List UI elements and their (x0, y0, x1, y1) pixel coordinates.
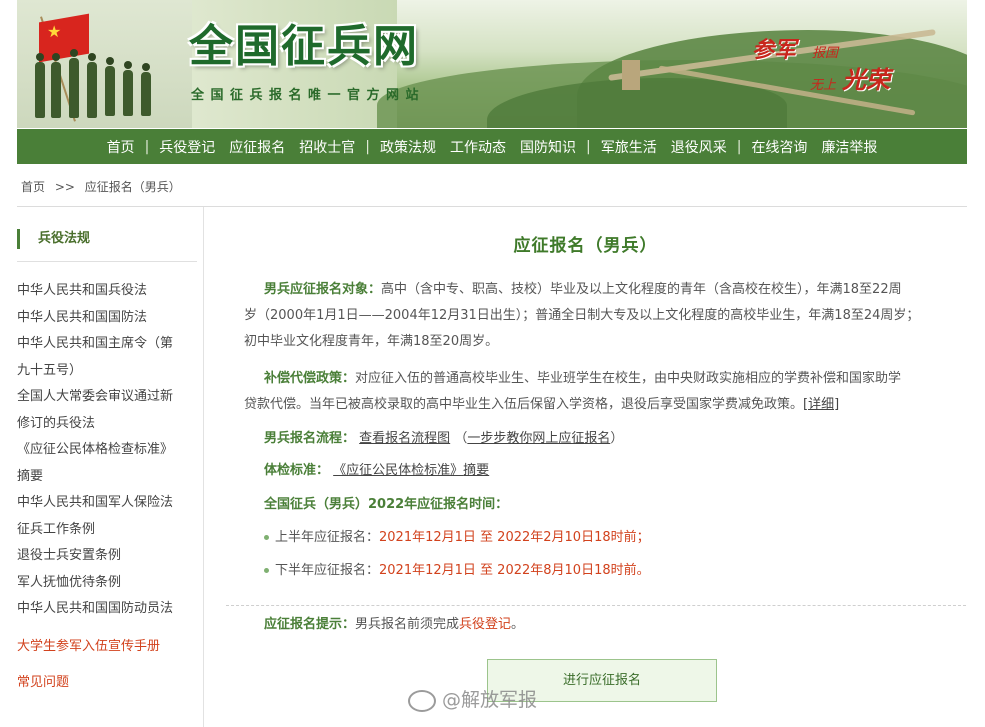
bullet-icon (264, 568, 269, 573)
military-registration-link[interactable]: 兵役登记 (459, 617, 511, 632)
first-half-period: 上半年应征报名：2021年12月1日 至 2022年2月10日18时前； (244, 525, 964, 551)
registration-tip: 应征报名提示：男兵报名前须完成兵役登记。 (244, 612, 964, 638)
nav-item-news[interactable]: 工作动态 (443, 137, 513, 157)
sidebar: 兵役法规 中华人民共和国兵役法 中华人民共和国国防法 中华人民共和国主席令（第 … (17, 207, 203, 727)
breadcrumb: 首页 >> 应征报名（男兵） (21, 178, 187, 195)
breadcrumb-current: 应征报名（男兵） (84, 180, 181, 194)
slogan-text: 光荣 (842, 66, 890, 94)
soldier-figure (35, 53, 45, 118)
sidebar-link-medical-standard[interactable]: 摘要 (17, 464, 197, 491)
compensation-text: 对应征入伍的普通高校毕业生、毕业班学生在校生，由中央财政实施相应的学费补偿和国家… (355, 371, 902, 386)
sidebar-link-revised-law[interactable]: 全国人大常委会审议通过新 (17, 384, 197, 411)
view-flowchart-link[interactable]: 查看报名流程图 (359, 431, 450, 446)
slogan-text: 无上 (810, 78, 837, 93)
page-title: 应征报名（男兵） (513, 236, 658, 256)
sidebar-link-veteran-placement[interactable]: 退役士兵安置条例 (17, 543, 197, 570)
medical-standard-summary-link[interactable]: 摘要 (463, 463, 489, 478)
nav-item-defense-knowledge[interactable]: 国防知识 (513, 137, 583, 157)
period-value: 2021年12月1日 至 2022年8月10日18时前。 (379, 563, 650, 578)
details-link[interactable]: [详细] (803, 397, 839, 412)
nav-separator: | (586, 138, 591, 155)
site-banner: ★ 全国征兵网 全国征兵报名唯一官方网站 参军 报国 无上 光荣 (17, 0, 967, 128)
sidebar-link-military-service-law[interactable]: 中华人民共和国兵役法 (17, 278, 197, 305)
soldier-figure (141, 63, 151, 116)
period-value: 2021年12月1日 至 2022年2月10日18时前； (379, 530, 650, 545)
sidebar-link-medical-standard[interactable]: 《应征公民体格检查标准》 (17, 437, 197, 464)
sidebar-link-national-defense-law[interactable]: 中华人民共和国国防法 (17, 305, 197, 332)
nav-item-military-life[interactable]: 军旅生活 (594, 137, 664, 157)
eligibility-paragraph: 男兵应征报名对象：高中（含中专、职高、技校）毕业及以上文化程度的青年（含高校在校… (244, 277, 964, 355)
sidebar-title: 兵役法规 (17, 229, 90, 249)
soldier-figure (87, 53, 97, 118)
compensation-label: 补偿代偿政策： (264, 371, 356, 386)
tip-text: 男兵报名前须完成 (355, 617, 460, 632)
site-tagline: 全国征兵报名唯一官方网站 (191, 88, 426, 103)
medical-standard-label: 体检标准： (264, 463, 330, 478)
nav-item-military-registration[interactable]: 兵役登记 (152, 137, 222, 157)
second-half-period: 下半年应征报名：2021年12月1日 至 2022年8月10日18时前。 (244, 558, 964, 584)
sidebar-list: 中华人民共和国兵役法 中华人民共和国国防法 中华人民共和国主席令（第 九十五号）… (17, 278, 197, 623)
divider (226, 605, 966, 606)
soldier-figure (69, 49, 79, 118)
slogan-text: 参军 (752, 38, 797, 63)
nav-item-online-consult[interactable]: 在线咨询 (744, 137, 814, 157)
breadcrumb-home-link[interactable]: 首页 (21, 180, 45, 194)
sidebar-link-presidential-order[interactable]: 中华人民共和国主席令（第 (17, 331, 197, 358)
weibo-icon (408, 689, 436, 712)
eligibility-text: 初中毕业文化程度青年，年满18至20周岁。 (244, 334, 499, 349)
tip-label: 应征报名提示： (264, 617, 356, 632)
nav-item-enlistment[interactable]: 应征报名 (222, 137, 292, 157)
flow-paren: （ (454, 431, 468, 446)
flow-paren: ） (610, 431, 624, 446)
period-label: 上半年应征报名： (275, 530, 380, 545)
main-content: 应征报名（男兵） 男兵应征报名对象：高中（含中专、职高、技校）毕业及以上文化程度… (204, 207, 967, 727)
sidebar-link-insurance-law[interactable]: 中华人民共和国军人保险法 (17, 490, 197, 517)
divider (17, 261, 197, 262)
nav-separator: | (365, 138, 370, 155)
main-nav: 首页 | 兵役登记 应征报名 招收士官 | 政策法规 工作动态 国防知识 | 军… (17, 129, 967, 164)
sidebar-link-revised-law[interactable]: 修订的兵役法 (17, 411, 197, 438)
eligibility-text: 岁（2000年1月1日——2004年12月31日出生）；普通全日制大专及以上文化… (244, 308, 920, 323)
period-label: 下半年应征报名： (275, 563, 380, 578)
soldier-figure (123, 61, 133, 116)
sidebar-link-conscription-regulations[interactable]: 征兵工作条例 (17, 517, 197, 544)
breadcrumb-separator: >> (54, 180, 75, 194)
sidebar-link-student-handbook[interactable]: 大学生参军入伍宣传手册 (17, 635, 160, 654)
eligibility-text: 高中（含中专、职高、技校）毕业及以上文化程度的青年（含高校在校生），年满18至2… (381, 282, 902, 297)
tip-end: 。 (511, 617, 525, 632)
eligibility-label: 男兵应征报名对象： (264, 282, 382, 297)
site-logo[interactable]: 全国征兵网 (189, 22, 419, 72)
flow-label: 男兵报名流程： (264, 431, 356, 446)
nav-item-policies[interactable]: 政策法规 (373, 137, 443, 157)
compensation-text: 贷款代偿。当年已被高校录取的高中毕业生入伍后保留入学资格，退役后享受国家学费减免… (244, 397, 804, 412)
nav-item-integrity-report[interactable]: 廉洁举报 (814, 137, 884, 157)
step-by-step-guide-link[interactable]: 一步步教你网上应征报名 (467, 431, 610, 446)
nav-separator: | (144, 138, 150, 155)
registration-flow-row: 男兵报名流程： 查看报名流程图 （一步步教你网上应征报名） (244, 426, 964, 452)
sidebar-link-mobilization-law[interactable]: 中华人民共和国国防动员法 (17, 596, 197, 623)
soldier-figure (51, 53, 61, 118)
sidebar-link-presidential-order[interactable]: 九十五号） (17, 358, 197, 385)
soldiers-image: ★ (17, 0, 192, 128)
bullet-icon (264, 535, 269, 540)
watermark: @解放军报 (408, 685, 537, 712)
registration-period-label: 全国征兵（男兵）2022年应征报名时间： (264, 497, 509, 512)
medical-standard-row: 体检标准： 《应征公民体检标准》摘要 (244, 458, 964, 484)
watermark-text: @解放军报 (442, 689, 538, 711)
nav-item-veterans[interactable]: 退役风采 (664, 137, 734, 157)
nav-item-nco-recruitment[interactable]: 招收士官 (292, 137, 362, 157)
star-icon: ★ (47, 22, 62, 41)
watchtower-graphic (622, 60, 640, 90)
nav-separator: | (736, 138, 742, 155)
slogan-graphic: 参军 报国 无上 光荣 (752, 32, 952, 102)
registration-period-heading: 全国征兵（男兵）2022年应征报名时间： (244, 492, 964, 518)
sidebar-link-pension-regulations[interactable]: 军人抚恤优待条例 (17, 570, 197, 597)
sidebar-link-faq[interactable]: 常见问题 (17, 671, 69, 690)
slogan-text: 报国 (812, 46, 839, 61)
soldier-figure (105, 57, 115, 116)
compensation-paragraph: 补偿代偿政策：对应征入伍的普通高校毕业生、毕业班学生在校生，由中央财政实施相应的… (244, 366, 964, 418)
medical-standard-link[interactable]: 《应征公民体检标准》 (333, 463, 463, 478)
nav-item-home[interactable]: 首页 (100, 137, 142, 157)
